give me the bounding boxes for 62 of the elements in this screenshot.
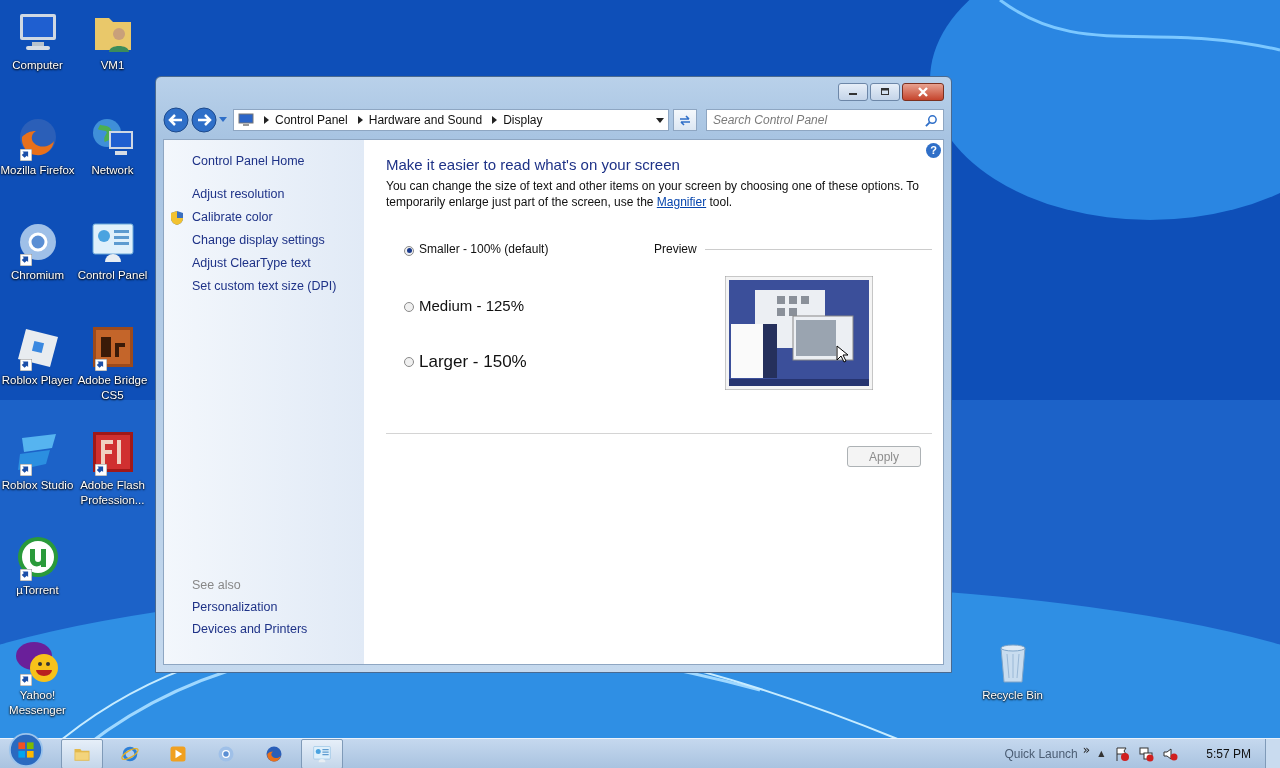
desktop-icon-label[interactable]: Roblox Studio [0, 478, 75, 493]
desktop-icon-label[interactable]: Computer [0, 58, 75, 73]
desktop-icon-label[interactable]: Roblox Player [0, 373, 75, 388]
caret-icon[interactable] [656, 117, 664, 123]
desktop-icon-label[interactable]: Mozilla Firefox [0, 163, 75, 178]
breadcrumb-item[interactable]: Display [503, 113, 543, 127]
flag-icon[interactable] [1114, 745, 1131, 762]
breadcrumb-item[interactable]: Control Panel [275, 113, 348, 127]
page-title: Make it easier to read what's on your screen [386, 156, 681, 173]
sidebar-link[interactable]: Calibrate color [192, 210, 273, 224]
desktop-icon-label[interactable]: Adobe Bridge CS5 [75, 373, 150, 403]
recent-pages-caret-icon[interactable] [219, 117, 227, 123]
desktop-icon-label[interactable]: Network [75, 163, 150, 178]
help-button[interactable]: ? [926, 143, 941, 158]
search-field[interactable]: Search Control Panel [706, 109, 944, 131]
desktop-icon-label[interactable]: VM1 [75, 58, 150, 73]
desktop-icon-label[interactable]: Adobe Flash Profession... [75, 478, 150, 508]
control-panel-icon[interactable] [312, 743, 332, 764]
taskbar-button[interactable] [301, 738, 343, 768]
sidebar-link[interactable]: Change display settings [192, 233, 325, 247]
forward-button[interactable] [191, 107, 217, 133]
maximize-button[interactable] [870, 83, 900, 101]
breadcrumb-item[interactable]: Hardware and Sound [368, 113, 483, 127]
sidebar-link[interactable]: Control Panel Home [192, 154, 305, 168]
refresh-button[interactable] [673, 109, 697, 131]
show-desktop-button[interactable] [1265, 738, 1280, 768]
chevron-icon[interactable] [492, 116, 498, 124]
quick-launch-chevron[interactable]: » [1082, 742, 1091, 757]
close-icon [917, 87, 929, 97]
chevron-icon[interactable] [264, 116, 269, 124]
muted-speaker-icon[interactable] [1162, 745, 1179, 762]
taskbar-button[interactable] [61, 738, 103, 768]
back-button[interactable] [163, 107, 189, 133]
sidebar-link[interactable]: Personalization [192, 600, 278, 614]
desktop-icon-label[interactable]: µTorrent [0, 583, 75, 598]
preview-label: Preview [654, 242, 697, 256]
computer-icon [238, 113, 254, 127]
sidebar-link[interactable]: Devices and Printers [192, 622, 308, 636]
description-text: You can change the size of text and other items on your screen by choosing one of these options. To temporarily enlarge just part of the screen, use the Magnifier tool. [386, 178, 920, 210]
radio-option[interactable]: Smaller - 100% (default) [404, 242, 654, 297]
maximize-icon [879, 88, 891, 96]
sidebar-link[interactable]: Set custom text size (DPI) [192, 279, 337, 293]
radio-option[interactable]: Larger - 150% [404, 352, 654, 407]
chevron-icon[interactable] [357, 116, 363, 124]
magnifier-link[interactable]: Magnifier [656, 195, 707, 209]
network-icon[interactable] [1138, 745, 1155, 762]
see-also-heading: See also [192, 578, 241, 592]
clock[interactable]: 5:57 PM [1206, 746, 1251, 761]
desktop-icon-label[interactable]: Chromium [0, 268, 75, 283]
refresh-icon [678, 113, 692, 127]
shield-icon [170, 210, 184, 226]
radio-option[interactable]: Medium - 125% [404, 297, 654, 352]
show-hidden-icons-button[interactable]: ▲ [1098, 749, 1105, 758]
desktop-icon-label[interactable]: Control Panel [75, 268, 150, 283]
minimize-button[interactable] [838, 83, 868, 101]
start-button[interactable] [7, 730, 45, 768]
sidebar-link[interactable]: Adjust resolution [192, 187, 285, 201]
quick-launch-label[interactable]: Quick Launch [1004, 746, 1078, 761]
sidebar-link[interactable]: Adjust ClearType text [192, 256, 311, 270]
close-button[interactable] [902, 83, 944, 101]
address-bar[interactable]: Control Panel Hardware and Sound Display [233, 109, 669, 131]
search-icon[interactable] [925, 114, 938, 127]
